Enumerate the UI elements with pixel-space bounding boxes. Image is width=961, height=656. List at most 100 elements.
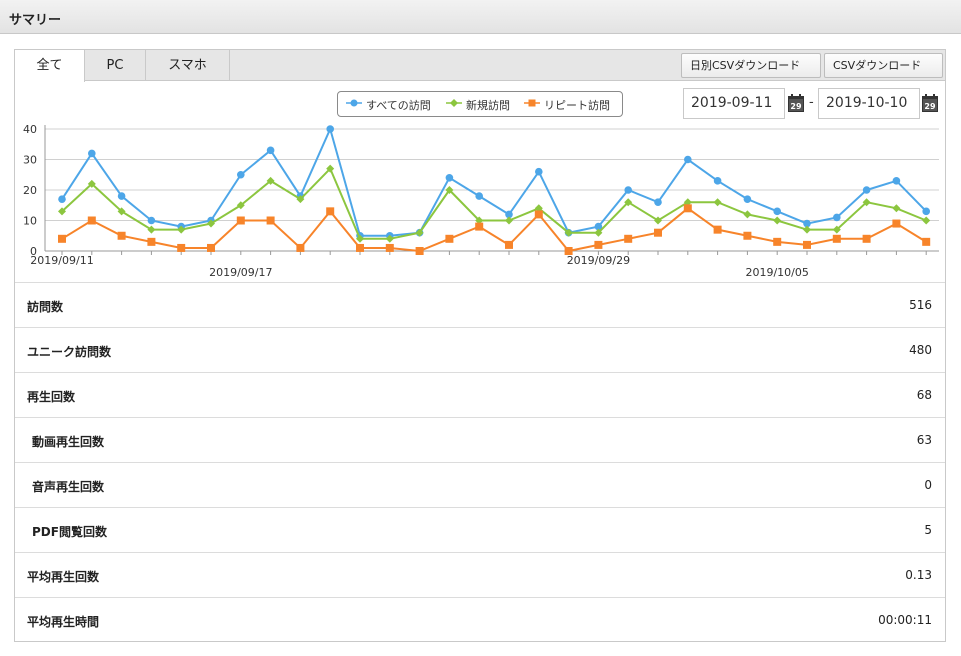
data-point[interactable] bbox=[922, 237, 931, 246]
data-point[interactable] bbox=[684, 155, 692, 164]
data-point[interactable] bbox=[505, 240, 513, 249]
data-point[interactable] bbox=[892, 177, 901, 185]
stat-row-unique-visits: ユニーク訪問数 480 bbox=[15, 328, 945, 373]
data-point[interactable] bbox=[385, 243, 394, 252]
data-point[interactable] bbox=[624, 186, 632, 194]
stat-value: 63 bbox=[916, 433, 932, 447]
data-point[interactable] bbox=[922, 216, 931, 225]
x-tick-label: 2019/09/29 bbox=[567, 254, 630, 267]
data-point[interactable] bbox=[624, 234, 633, 243]
page-title: サマリー bbox=[9, 13, 62, 28]
stat-label: 再生回数 bbox=[27, 390, 76, 404]
data-point[interactable] bbox=[117, 231, 126, 240]
data-point[interactable] bbox=[266, 146, 275, 155]
calendar-icon[interactable]: 29 bbox=[788, 94, 804, 112]
y-tick-label: 30 bbox=[23, 154, 37, 167]
x-tick-label: 2019/09/11 bbox=[30, 254, 93, 267]
x-tick-label: 2019/10/05 bbox=[745, 266, 808, 279]
data-point[interactable] bbox=[594, 240, 603, 249]
data-point[interactable] bbox=[922, 207, 930, 216]
summary-panel: 全て PC スマホ 日別CSVダウンロード CSVダウンロード 0 10 20 30 4… bbox=[14, 49, 946, 642]
start-date-input[interactable]: 2019-09-11 bbox=[683, 88, 785, 119]
stat-row-audio-plays: 音声再生回数 0 bbox=[15, 463, 945, 508]
end-date-input[interactable]: 2019-10-10 bbox=[818, 88, 920, 119]
data-point[interactable] bbox=[266, 216, 275, 225]
tab-pc[interactable]: PC bbox=[85, 50, 146, 81]
data-point[interactable] bbox=[773, 216, 782, 225]
stat-value: 00:00:11 bbox=[878, 613, 932, 627]
page-header: サマリー bbox=[0, 0, 961, 34]
tab-smartphone[interactable]: スマホ bbox=[146, 50, 230, 81]
calendar-icon[interactable]: 29 bbox=[922, 94, 938, 112]
stat-row-pdf-views: PDF閲覧回数 5 bbox=[15, 508, 945, 553]
stat-label: ユニーク訪問数 bbox=[27, 345, 112, 359]
data-point[interactable] bbox=[803, 240, 811, 249]
stat-label: 平均再生回数 bbox=[27, 570, 100, 584]
calendar-day-text: 29 bbox=[924, 102, 936, 111]
data-point[interactable] bbox=[683, 204, 692, 213]
stat-row-plays: 再生回数 68 bbox=[15, 373, 945, 418]
data-point[interactable] bbox=[743, 210, 752, 219]
data-point[interactable] bbox=[237, 170, 245, 179]
data-point[interactable] bbox=[862, 186, 871, 194]
data-point[interactable] bbox=[892, 219, 901, 228]
data-point[interactable] bbox=[58, 195, 66, 203]
stat-row-video-plays: 動画再生回数 63 bbox=[15, 418, 945, 463]
data-point[interactable] bbox=[713, 177, 722, 185]
data-point[interactable] bbox=[713, 225, 722, 234]
data-point[interactable] bbox=[58, 234, 66, 243]
date-separator: - bbox=[809, 95, 814, 110]
data-point[interactable] bbox=[117, 192, 126, 200]
data-point[interactable] bbox=[356, 243, 364, 252]
data-point[interactable] bbox=[326, 125, 335, 133]
data-point[interactable] bbox=[236, 216, 245, 225]
data-point[interactable] bbox=[773, 207, 781, 216]
data-point[interactable] bbox=[862, 234, 871, 243]
circle-marker-icon bbox=[346, 99, 362, 107]
tab-all[interactable]: 全て bbox=[15, 50, 85, 82]
data-point[interactable] bbox=[87, 216, 96, 225]
stat-value: 480 bbox=[909, 343, 932, 357]
stat-value: 68 bbox=[916, 388, 932, 402]
data-point[interactable] bbox=[773, 237, 782, 246]
data-point[interactable] bbox=[147, 237, 156, 246]
data-point[interactable] bbox=[177, 243, 186, 252]
data-point[interactable] bbox=[505, 216, 513, 225]
data-point[interactable] bbox=[475, 222, 484, 231]
data-point[interactable] bbox=[564, 247, 573, 255]
stat-value: 0.13 bbox=[905, 568, 932, 582]
data-point[interactable] bbox=[147, 216, 156, 225]
stat-label: PDF閲覧回数 bbox=[32, 525, 107, 539]
x-tick-label: 2019/09/17 bbox=[209, 266, 272, 279]
chart-area: 0 10 20 30 40 2019/09/11 2019/09/17 2019/09/29 2… bbox=[15, 81, 945, 283]
data-point[interactable] bbox=[88, 149, 96, 158]
data-point[interactable] bbox=[475, 192, 484, 200]
data-point[interactable] bbox=[445, 234, 454, 243]
data-point[interactable] bbox=[654, 198, 662, 206]
stat-label: 動画再生回数 bbox=[32, 435, 105, 449]
data-point[interactable] bbox=[832, 234, 841, 243]
data-point[interactable] bbox=[445, 174, 454, 182]
data-point[interactable] bbox=[892, 204, 901, 213]
data-point[interactable] bbox=[713, 198, 722, 207]
data-point[interactable] bbox=[326, 207, 335, 216]
stat-label: 音声再生回数 bbox=[32, 480, 105, 494]
data-point[interactable] bbox=[296, 243, 305, 252]
data-point[interactable] bbox=[743, 231, 752, 240]
stat-value: 0 bbox=[924, 478, 932, 492]
data-point[interactable] bbox=[803, 225, 811, 234]
daily-csv-download-button[interactable]: 日別CSVダウンロード bbox=[681, 53, 821, 78]
legend-label: リピート訪問 bbox=[544, 99, 610, 112]
data-point[interactable] bbox=[207, 243, 215, 252]
y-tick-label: 10 bbox=[23, 215, 37, 228]
data-point[interactable] bbox=[535, 167, 543, 176]
data-point[interactable] bbox=[654, 228, 662, 237]
data-point[interactable] bbox=[743, 195, 752, 203]
series-line bbox=[61, 207, 927, 253]
diamond-marker-icon bbox=[446, 99, 462, 107]
data-point[interactable] bbox=[415, 247, 424, 255]
csv-download-button[interactable]: CSVダウンロード bbox=[824, 53, 943, 78]
legend-label: すべての訪問 bbox=[366, 99, 431, 112]
data-point[interactable] bbox=[833, 213, 841, 222]
data-point[interactable] bbox=[534, 210, 543, 219]
